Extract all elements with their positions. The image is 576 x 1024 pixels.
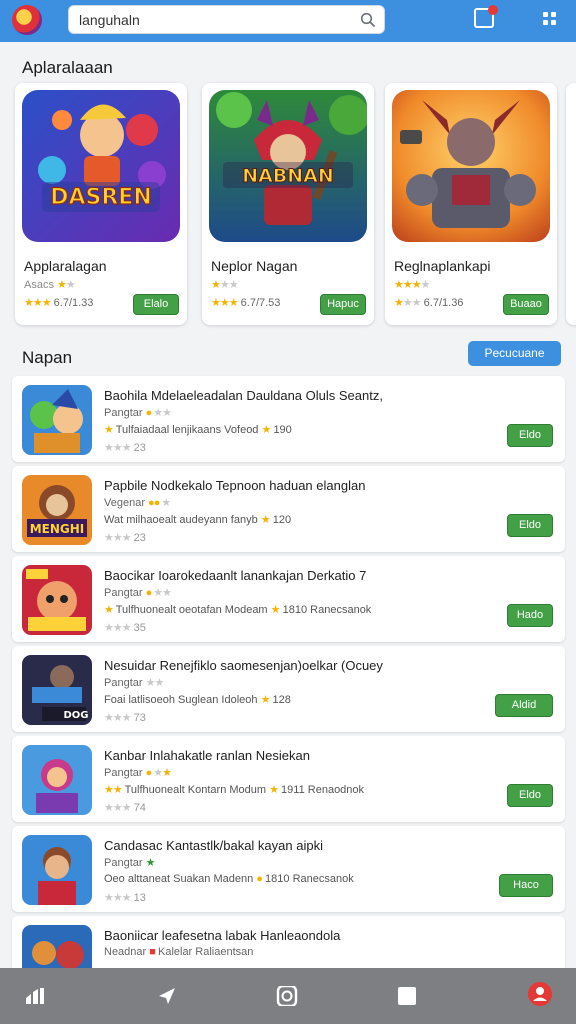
square-icon[interactable]	[396, 986, 418, 1006]
app-title: Nesuidar Renejfiklo saomesenjan)oelkar (…	[104, 658, 383, 673]
app-rating: ★★★ 35	[104, 622, 146, 634]
app-developer: Pangtar ★	[104, 857, 155, 869]
app-developer: Pangtar ★★	[104, 677, 164, 689]
game-art-image: NABNAN	[209, 90, 367, 242]
game-thumbnail-image	[22, 745, 92, 815]
app-title: Baoniicar leafesetna labak Hanleaondola	[104, 928, 341, 943]
install-button[interactable]: Haco	[499, 874, 553, 897]
app-subtitle: ★★★	[211, 279, 239, 291]
game-thumbnail-image	[22, 835, 92, 905]
game-art-image: DASREN	[22, 90, 180, 242]
app-subtitle: ★★★★	[394, 279, 430, 291]
app-description: ★ Tulfaiadaal lenjikaans Vofeod ★ 190	[104, 424, 292, 436]
app-rating: ★★★ 6.7/1.33	[24, 297, 94, 309]
app-rating: ★★★ 13	[104, 892, 146, 904]
game-art-title: NABNAN	[242, 165, 334, 187]
app-rating: ★★★ 6.7/1.36	[394, 297, 464, 309]
app-subtitle: Asacs ★★	[24, 279, 76, 291]
svg-text:MENGHI: MENGHI	[30, 522, 85, 536]
game-art-image	[392, 90, 550, 242]
game-art-title: DASREN	[50, 185, 152, 210]
app-title: Baohila Mdelaeleadalan Dauldana Oluls Se…	[104, 388, 383, 403]
install-button[interactable]: Buaao	[503, 294, 549, 315]
featured-card[interactable]: Reglnaplankapi ★★★★ ★★★ 6.7/1.36 Buaao	[385, 83, 557, 325]
app-developer: Neadnar ■ Kalelar Raliaentsan	[104, 946, 254, 958]
list-item[interactable]: Baohila Mdelaeleadalan Dauldana Oluls Se…	[12, 376, 565, 462]
profile-icon[interactable]	[528, 982, 552, 1006]
install-button[interactable]: Hapuc	[320, 294, 366, 315]
featured-card[interactable]: NABNAN Neplor Nagan ★★★ ★★★ 6.7/7.53 Hap…	[202, 83, 374, 325]
install-button[interactable]: Eldo	[507, 784, 553, 807]
app-name: Neplor Nagan	[211, 258, 298, 274]
install-button[interactable]: Elalo	[133, 294, 179, 315]
top-bar	[0, 0, 576, 42]
grid-menu-icon[interactable]	[543, 12, 557, 26]
bottom-navigation	[0, 968, 576, 1024]
list-item[interactable]: DOG Nesuidar Renejfiklo saomesenjan)oelk…	[12, 646, 565, 732]
chart-icon[interactable]	[24, 986, 46, 1006]
see-more-button[interactable]: Pecucuane	[468, 341, 561, 366]
app-logo-icon[interactable]	[12, 5, 42, 35]
app-title: Papbile Nodkekalo Tepnoon haduan elangla…	[104, 478, 366, 493]
notification-badge	[488, 5, 498, 15]
app-rating: ★★★ 23	[104, 442, 146, 454]
app-description: Oeo alttaneat Suakan Madenn ● 1810 Ranec…	[104, 873, 354, 885]
app-developer: Vegenar ●● ★	[104, 497, 171, 509]
app-description: ★ Tulfhuonealt oeotafan Modeam ★ 1810 Ra…	[104, 604, 372, 616]
app-description: Wat milhaoealt audeyann fanyb ★ 120	[104, 514, 292, 526]
section-title-list: Napan	[22, 348, 73, 367]
list-item[interactable]: Baocikar Ioarokedaanlt lanankajan Derkat…	[12, 556, 565, 642]
install-button[interactable]: Eldo	[507, 514, 553, 537]
list-item[interactable]: Kanbar Inlahakatle ranlan Nesiekan Pangt…	[12, 736, 565, 822]
home-circle-icon[interactable]	[276, 986, 298, 1006]
search-input[interactable]	[79, 10, 349, 30]
featured-card[interactable]: DASREN Applaralagan Asacs ★★ ★★★ 6.7/1.3…	[15, 83, 187, 325]
send-icon[interactable]	[156, 986, 178, 1006]
app-description: Foai latlisoeoh Suglean Idoleoh ★ 128	[104, 694, 291, 706]
game-thumbnail-image	[22, 385, 92, 455]
featured-card-partial[interactable]	[566, 83, 576, 325]
install-button[interactable]: Hado	[507, 604, 553, 627]
search-icon[interactable]	[360, 12, 376, 28]
game-thumbnail-image: MENGHI	[22, 475, 92, 545]
list-item[interactable]: Candasac Kantastlk/bakal kayan aipki Pan…	[12, 826, 565, 912]
app-title: Candasac Kantastlk/bakal kayan aipki	[104, 838, 323, 853]
app-rating: ★★★ 74	[104, 802, 146, 814]
app-name: Applaralagan	[24, 258, 107, 274]
game-thumbnail-image	[22, 565, 92, 635]
app-rating: ★★★ 6.7/7.53	[211, 297, 281, 309]
app-developer: Pangtar ● ★★	[104, 767, 172, 779]
install-button[interactable]: Eldo	[507, 424, 553, 447]
svg-text:DOG: DOG	[63, 710, 88, 721]
app-developer: Pangtar ● ★★	[104, 587, 172, 599]
app-rating: ★★★ 73	[104, 712, 146, 724]
install-button[interactable]: Aldid	[495, 694, 553, 717]
search-box[interactable]	[68, 5, 385, 34]
app-title: Kanbar Inlahakatle ranlan Nesiekan	[104, 748, 310, 763]
app-developer: Pangtar ● ★★	[104, 407, 172, 419]
app-title: Baocikar Ioarokedaanlt lanankajan Derkat…	[104, 568, 367, 583]
section-title-featured: Aplaralaaan	[22, 58, 113, 77]
notification-icon[interactable]	[474, 5, 498, 28]
app-name: Reglnaplankapi	[394, 258, 491, 274]
app-description: ★★ Tulfhuonealt Kontarn Modum ★ 1911 Ren…	[104, 784, 365, 796]
game-thumbnail-image: DOG	[22, 655, 92, 725]
list-item[interactable]: MENGHI Papbile Nodkekalo Tepnoon haduan …	[12, 466, 565, 552]
app-rating: ★★★ 23	[104, 532, 146, 544]
